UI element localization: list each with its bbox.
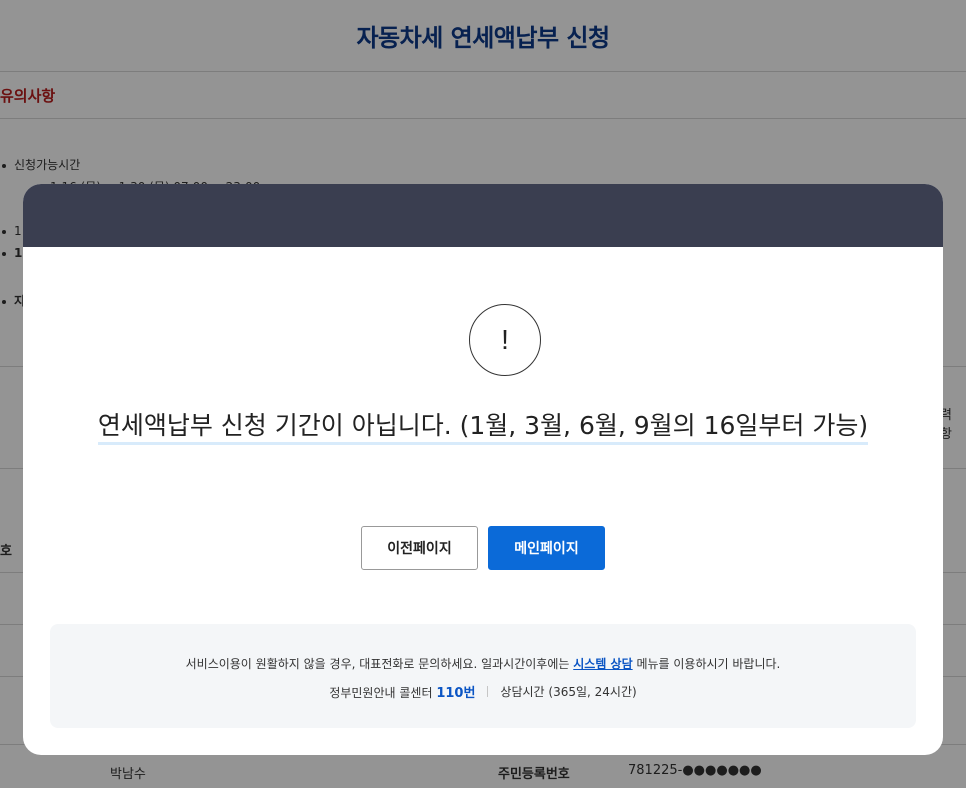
consult-hours: 상담시간 (365일, 24시간): [500, 685, 637, 699]
modal-message-text: 연세액납부 신청 기간이 아닙니다. (1월, 3월, 6월, 9월의 16일부…: [97, 411, 869, 445]
alert-modal: ! 연세액납부 신청 기간이 아닙니다. (1월, 3월, 6월, 9월의 16…: [23, 184, 943, 755]
call-center-label: 정부민원안내 콜센터: [329, 686, 437, 700]
main-page-button[interactable]: 메인페이지: [488, 526, 605, 570]
call-center-info: 정부민원안내 콜센터 110번: [329, 682, 475, 701]
exclamation-icon: !: [469, 304, 541, 376]
modal-button-row: 이전페이지 메인페이지: [23, 526, 943, 570]
modal-message: 연세액납부 신청 기간이 아닙니다. (1월, 3월, 6월, 9월의 16일부…: [23, 406, 943, 445]
exclamation-glyph: !: [501, 324, 509, 355]
help-text-line: 서비스이용이 원활하지 않을 경우, 대표전화로 문의하세요. 일과시간이후에는…: [50, 655, 916, 672]
call-center-line: 정부민원안내 콜센터 110번 상담시간 (365일, 24시간): [50, 682, 916, 701]
prev-page-button[interactable]: 이전페이지: [361, 526, 478, 570]
help-text-after: 메뉴를 이용하시기 바랍니다.: [632, 657, 781, 671]
call-center-number: 110번: [436, 686, 476, 701]
help-info-box: 서비스이용이 원활하지 않을 경우, 대표전화로 문의하세요. 일과시간이후에는…: [50, 624, 916, 728]
modal-header-bar: [23, 184, 943, 247]
help-text-before: 서비스이용이 원활하지 않을 경우, 대표전화로 문의하세요. 일과시간이후에는: [185, 657, 574, 671]
system-consult-link[interactable]: 시스템 상담: [573, 657, 632, 671]
separator: [487, 686, 489, 697]
